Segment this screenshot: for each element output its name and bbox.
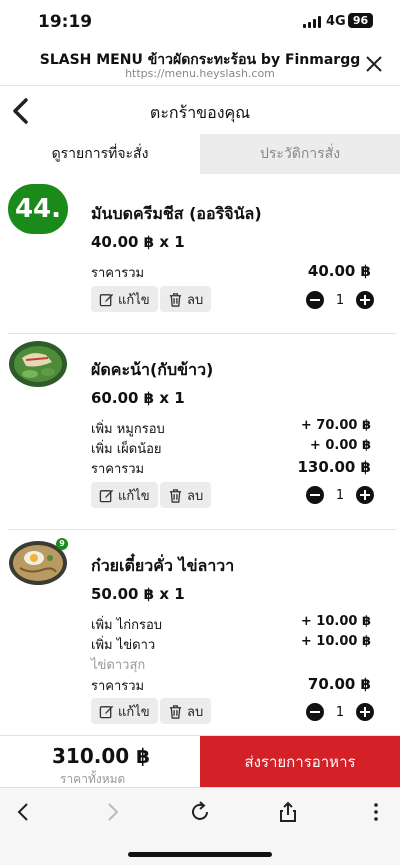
tab-order-history[interactable]: ประวัติการสั่ง xyxy=(200,134,400,174)
battery-icon: 96 xyxy=(348,13,373,28)
item-price: 40.00 ฿ x 1 xyxy=(91,233,185,251)
plus-icon[interactable] xyxy=(356,486,374,504)
item-badge: 9 xyxy=(56,538,68,550)
minus-icon[interactable] xyxy=(306,703,324,721)
reload-icon[interactable] xyxy=(188,800,212,824)
edit-label: แก้ไข xyxy=(118,488,150,504)
trash-icon xyxy=(169,704,182,719)
tab-current-order[interactable]: ดูรายการที่จะสั่ง xyxy=(0,134,200,174)
site-url[interactable]: https://menu.heyslash.com xyxy=(0,67,400,80)
browser-toolbar xyxy=(0,787,400,865)
signal-icon xyxy=(303,16,321,28)
total-label: ราคารวม xyxy=(91,266,145,281)
extra-label: เพิ่ม ไข่ดาว xyxy=(91,638,156,653)
quantity-value: 1 xyxy=(335,292,345,308)
plus-icon[interactable] xyxy=(356,291,374,309)
page-title: ตะกร้าของคุณ xyxy=(149,103,251,122)
item-name: ก๋วยเตี๋ยวคั่ว ไข่ลาวา xyxy=(91,556,235,575)
cart-item: 44. มันบดครีมชีส (ออริจินัล) 40.00 ฿ x 1… xyxy=(0,180,400,334)
checkout-bar: 310.00 ฿ ราคาทั้งหมด ส่งรายการอาหาร xyxy=(0,735,400,788)
extra-value: + 10.00 ฿ xyxy=(300,634,371,649)
quantity-value: 1 xyxy=(335,487,345,503)
home-indicator xyxy=(128,852,272,857)
status-bar: 19:19 4G 96 xyxy=(0,0,400,42)
minus-icon[interactable] xyxy=(306,291,324,309)
browser-header: SLASH MENU ข้าวผัดกระทะร้อน by Finmargg … xyxy=(0,42,400,86)
minus-icon[interactable] xyxy=(306,486,324,504)
edit-icon xyxy=(99,705,114,718)
cart-item: ผัดคะน้า(กับข้าว) 60.00 ฿ x 1 เพิ่ม หมูก… xyxy=(0,334,400,530)
edit-button[interactable]: แก้ไข xyxy=(91,698,158,724)
item-image-logo: 44. xyxy=(8,184,68,234)
submit-order-button[interactable]: ส่งรายการอาหาร xyxy=(200,736,400,788)
delete-label: ลบ xyxy=(187,704,204,720)
item-price: 60.00 ฿ x 1 xyxy=(91,389,185,407)
quantity-stepper: 1 xyxy=(306,290,374,310)
extra-label: เพิ่ม หมูกรอบ xyxy=(91,422,165,437)
item-image-stir-fry xyxy=(9,341,67,387)
delete-button[interactable]: ลบ xyxy=(160,286,212,312)
item-price: 50.00 ฿ x 1 xyxy=(91,585,185,603)
quantity-stepper: 1 xyxy=(306,485,374,505)
logo-text: 44. xyxy=(14,194,62,224)
total-value: 130.00 ฿ xyxy=(297,458,371,476)
item-name: ผัดคะน้า(กับข้าว) xyxy=(91,360,214,379)
extra-label: เพิ่ม ไก่กรอบ xyxy=(91,618,163,633)
total-value: 40.00 ฿ xyxy=(307,262,371,280)
edit-icon xyxy=(99,293,114,306)
extra-value: + 70.00 ฿ xyxy=(300,418,371,433)
tab-bar: ดูรายการที่จะสั่ง ประวัติการสั่ง xyxy=(0,134,400,174)
edit-label: แก้ไข xyxy=(118,704,150,720)
browser-forward-icon[interactable] xyxy=(100,800,124,824)
browser-back-icon[interactable] xyxy=(12,800,36,824)
total-value: 70.00 ฿ xyxy=(307,675,371,693)
quantity-stepper: 1 xyxy=(306,702,374,722)
delete-button[interactable]: ลบ xyxy=(160,482,212,508)
more-options-icon[interactable] xyxy=(364,800,388,824)
edit-button[interactable]: แก้ไข xyxy=(91,286,158,312)
trash-icon xyxy=(169,488,182,503)
total-label: ราคารวม xyxy=(91,462,145,477)
cart-item: 9 ก๋วยเตี๋ยวคั่ว ไข่ลาวา 50.00 ฿ x 1 เพิ… xyxy=(0,530,400,735)
grand-total: 310.00 ฿ xyxy=(52,744,151,768)
plus-icon[interactable] xyxy=(356,703,374,721)
extra-value: + 0.00 ฿ xyxy=(309,438,371,453)
edit-label: แก้ไข xyxy=(118,292,150,308)
delete-button[interactable]: ลบ xyxy=(160,698,212,724)
extra-label: เพิ่ม เผ็ดน้อย xyxy=(91,442,162,457)
edit-button[interactable]: แก้ไข xyxy=(91,482,158,508)
item-name: มันบดครีมชีส (ออริจินัล) xyxy=(91,204,262,223)
share-icon[interactable] xyxy=(276,800,300,824)
network-type: 4G xyxy=(326,14,346,29)
quantity-value: 1 xyxy=(335,704,345,720)
edit-icon xyxy=(99,489,114,502)
item-note: ไข่ดาวสุก xyxy=(91,658,146,673)
status-time: 19:19 xyxy=(38,12,93,32)
total-label: ราคารวม xyxy=(91,679,145,694)
page-header: ตะกร้าของคุณ xyxy=(0,86,400,134)
delete-label: ลบ xyxy=(187,292,204,308)
close-icon[interactable] xyxy=(364,54,384,74)
extra-value: + 10.00 ฿ xyxy=(300,614,371,629)
trash-icon xyxy=(169,292,182,307)
delete-label: ลบ xyxy=(187,488,204,504)
